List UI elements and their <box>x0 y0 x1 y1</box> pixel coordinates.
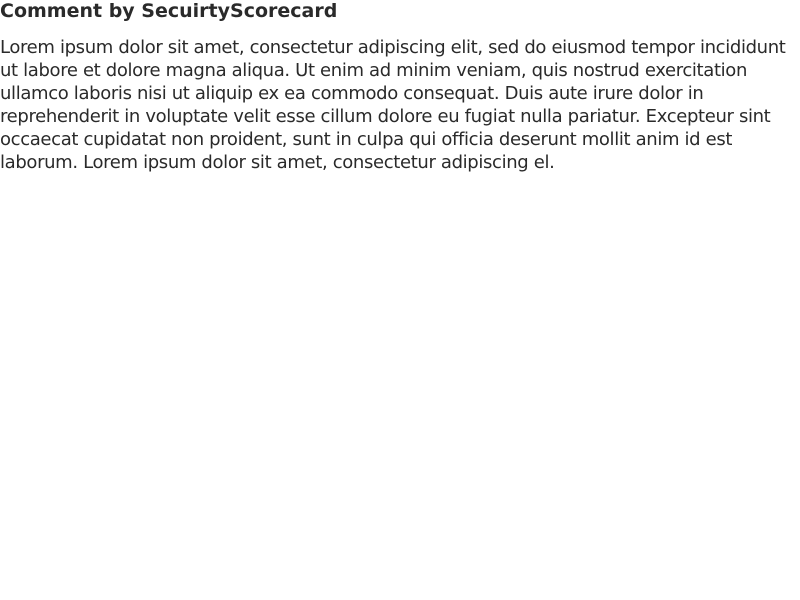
comment-panel: Comment by SecuirtyScorecard Lorem ipsum… <box>0 0 796 174</box>
comment-title: Comment by SecuirtyScorecard <box>0 0 338 22</box>
comment-body: Lorem ipsum dolor sit amet, consectetur … <box>0 37 786 173</box>
